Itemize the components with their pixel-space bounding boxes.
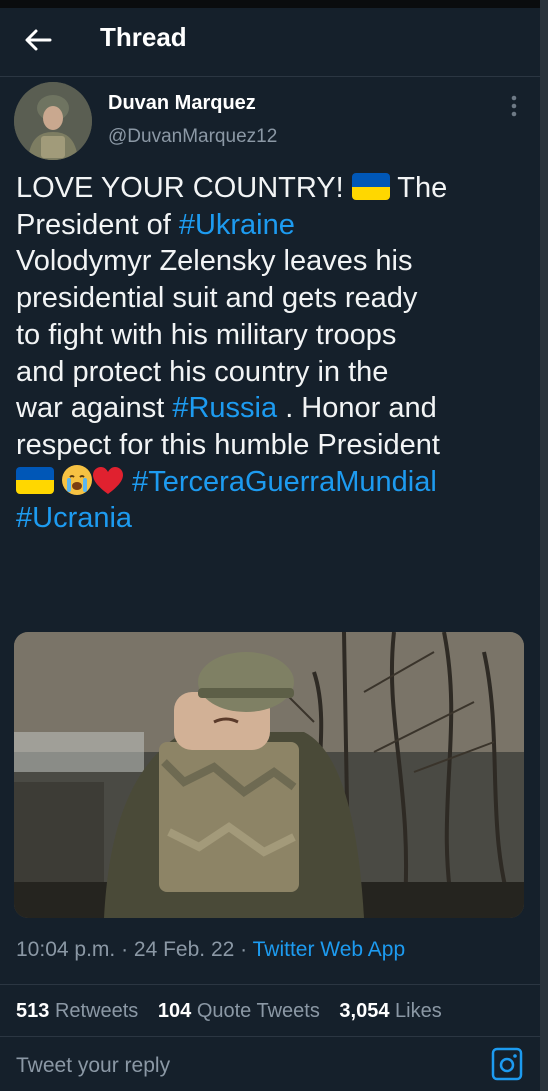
- tweet-time: 10:04 p.m.: [16, 938, 116, 961]
- retweets-count: 513: [16, 1000, 50, 1022]
- hashtag-terceraguerramundial[interactable]: #TerceraGuerraMundial: [132, 466, 437, 498]
- divider: [0, 1036, 540, 1037]
- more-vertical-icon[interactable]: [504, 92, 524, 120]
- scrollbar-track[interactable]: [540, 0, 548, 1091]
- tweet-text: LOVE YOUR COUNTRY! The President of #Ukr…: [16, 170, 532, 537]
- crying-face-emoji: [62, 464, 93, 495]
- ukraine-flag-emoji: [351, 173, 390, 200]
- meta-separator: ·: [115, 938, 134, 961]
- hashtag-ucrania[interactable]: #Ucrania: [16, 502, 132, 534]
- tweet-stats: 513 Retweets 104 Quote Tweets 3,054 Like…: [16, 1000, 456, 1023]
- tweet-meta: 10:04 p.m. · 24 Feb. 22 · Twitter Web Ap…: [16, 938, 405, 962]
- hashtag-russia[interactable]: #Russia: [172, 392, 277, 424]
- red-heart-emoji: [93, 466, 124, 494]
- tweet-photo[interactable]: [14, 632, 524, 918]
- page-title: Thread: [100, 22, 187, 52]
- source-app-link[interactable]: Twitter Web App: [253, 938, 406, 961]
- tweet-text-part: LOVE YOUR COUNTRY!: [16, 172, 352, 204]
- avatar[interactable]: [14, 82, 92, 160]
- status-bar: [0, 0, 540, 8]
- divider: [0, 984, 540, 985]
- likes-label: Likes: [395, 1000, 442, 1022]
- app-frame: Thread Duvan Marquez @DuvanMarquez12 LOV…: [0, 0, 540, 1091]
- meta-separator: ·: [234, 938, 253, 961]
- author-name[interactable]: Duvan Marquez: [108, 92, 256, 115]
- header: Thread: [0, 8, 540, 77]
- camera-icon[interactable]: [490, 1046, 524, 1082]
- quote-tweets-stat[interactable]: 104 Quote Tweets: [158, 1000, 320, 1022]
- likes-stat[interactable]: 3,054 Likes: [339, 1000, 441, 1022]
- arrow-left-icon[interactable]: [20, 22, 56, 58]
- tweet-date: 24 Feb. 22: [133, 938, 235, 961]
- retweets-stat[interactable]: 513 Retweets: [16, 1000, 138, 1022]
- hashtag-ukraine[interactable]: #Ukraine: [179, 209, 295, 241]
- quote-tweets-label: Quote Tweets: [196, 1000, 320, 1022]
- author-handle[interactable]: @DuvanMarquez12: [108, 126, 277, 148]
- likes-count: 3,054: [339, 1000, 390, 1022]
- quote-tweets-count: 104: [157, 1000, 192, 1022]
- retweets-label: Retweets: [54, 1000, 139, 1022]
- ukraine-flag-emoji: [16, 466, 54, 494]
- reply-input[interactable]: Tweet your reply: [16, 1054, 170, 1078]
